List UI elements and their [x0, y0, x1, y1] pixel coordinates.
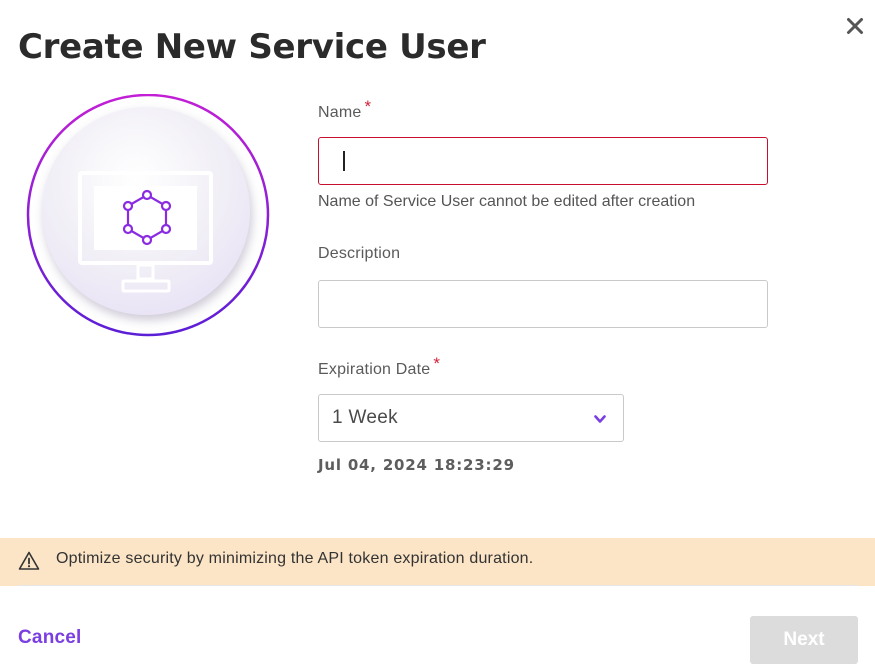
create-service-user-dialog: Create New Service User Name * Name of S…: [0, 0, 875, 664]
name-helper-text: Name of Service User cannot be edited af…: [318, 193, 696, 210]
expiration-date-label: Expiration Date *: [318, 354, 441, 378]
required-marker: *: [433, 354, 441, 373]
monitor-hexagon-network-icon: [26, 93, 270, 337]
next-button[interactable]: Next: [750, 616, 858, 664]
required-marker: *: [364, 97, 372, 116]
text-caret: [343, 151, 345, 171]
cancel-button[interactable]: Cancel: [18, 627, 82, 649]
expiration-selected-value: 1 Week: [332, 407, 398, 428]
description-input[interactable]: [318, 280, 768, 328]
close-button[interactable]: [843, 14, 867, 38]
name-input[interactable]: [318, 137, 768, 185]
name-label: Name *: [318, 97, 372, 121]
expiration-date-select[interactable]: 1 Week: [318, 394, 624, 442]
alert-message: Optimize security by minimizing the API …: [56, 550, 534, 567]
dialog-title: Create New Service User: [18, 27, 486, 67]
description-label: Description: [318, 245, 401, 262]
warning-icon: [18, 551, 40, 570]
chevron-down-icon: [594, 415, 606, 423]
close-icon: [847, 18, 863, 34]
expiration-date-readout: Jul 04, 2024 18:23:29: [318, 456, 515, 474]
service-user-illustration: [26, 93, 270, 338]
alert-divider: [18, 585, 858, 586]
